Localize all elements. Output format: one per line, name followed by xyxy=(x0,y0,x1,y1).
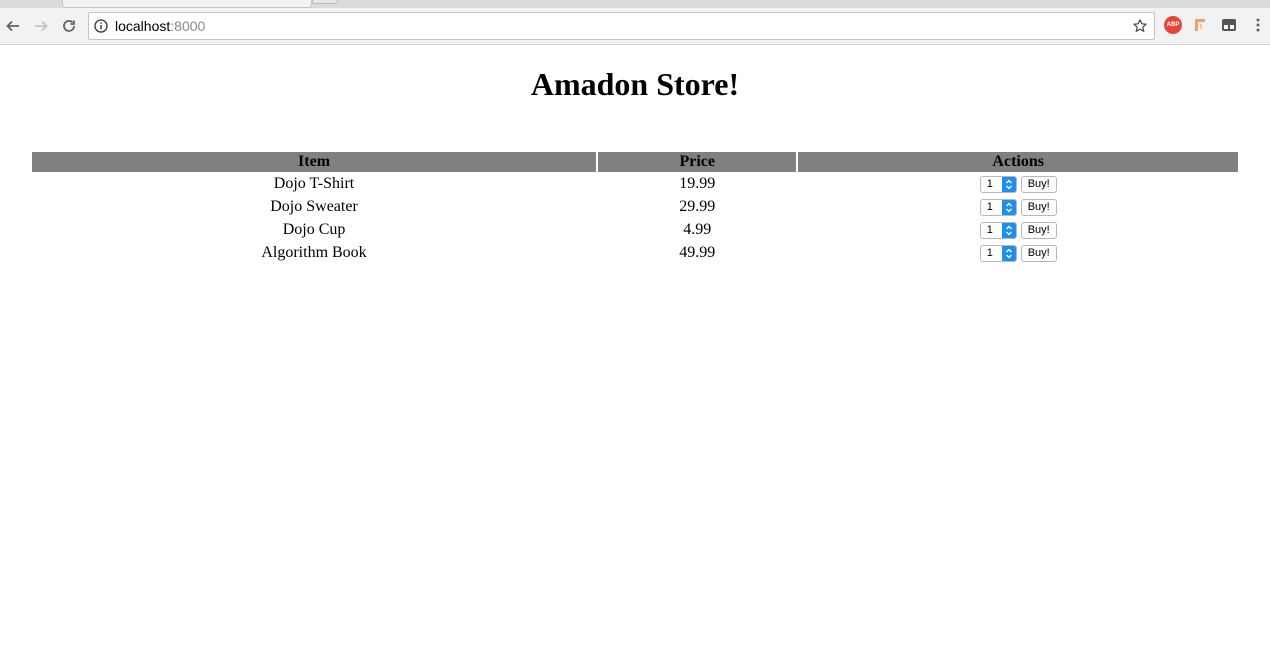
buy-button[interactable]: Buy! xyxy=(1020,175,1057,193)
table-header-row: Item Price Actions xyxy=(32,152,1238,172)
address-bar[interactable]: localhost:8000 xyxy=(88,12,1155,40)
quantity-value: 1 xyxy=(986,246,993,259)
reload-button[interactable] xyxy=(57,14,81,38)
browser-chrome: localhost:8000 ABP xyxy=(0,0,1270,45)
url-port: :8000 xyxy=(170,18,206,34)
item-name: Dojo Sweater xyxy=(270,198,358,215)
table-row: Dojo Cup 4.99 1 Buy! xyxy=(32,218,1238,241)
buy-button[interactable]: Buy! xyxy=(1020,198,1057,216)
select-arrows-icon xyxy=(1001,222,1016,238)
url-host: localhost xyxy=(115,18,171,34)
column-header-actions: Actions xyxy=(798,152,1238,172)
reload-icon xyxy=(63,20,75,32)
back-button[interactable] xyxy=(1,14,25,38)
table-row: Algorithm Book 49.99 1 Buy! xyxy=(32,241,1238,264)
new-tab-button[interactable] xyxy=(312,0,338,4)
quantity-select[interactable]: 1 xyxy=(979,221,1017,239)
item-name: Algorithm Book xyxy=(261,244,367,261)
info-icon[interactable] xyxy=(94,19,108,33)
bookmark-star-icon[interactable] xyxy=(1132,18,1148,34)
quantity-select[interactable]: 1 xyxy=(979,175,1017,193)
url-text[interactable]: localhost:8000 xyxy=(115,18,205,34)
buy-button[interactable]: Buy! xyxy=(1020,221,1057,239)
item-actions: 1 Buy! xyxy=(798,241,1238,264)
forward-arrow-icon xyxy=(35,20,48,32)
table-row: Dojo T-Shirt 19.99 1 Buy! xyxy=(32,172,1238,195)
item-actions: 1 Buy! xyxy=(798,195,1238,218)
item-name: Dojo T-Shirt xyxy=(273,175,355,192)
select-arrows-icon xyxy=(1001,199,1016,215)
quantity-value: 1 xyxy=(986,223,993,236)
item-price: 19.99 xyxy=(679,175,716,192)
active-tab[interactable] xyxy=(62,0,312,8)
item-price: 49.99 xyxy=(679,244,716,261)
extension-icon[interactable] xyxy=(1192,16,1210,34)
quantity-value: 1 xyxy=(986,200,993,213)
select-arrows-icon xyxy=(1001,176,1016,192)
page-title: Amadon Store! xyxy=(530,66,740,102)
adblock-plus-icon[interactable]: ABP xyxy=(1164,16,1182,34)
quantity-select[interactable]: 1 xyxy=(979,244,1017,262)
quantity-select[interactable]: 1 xyxy=(979,198,1017,216)
more-options-icon[interactable] xyxy=(1249,16,1267,34)
buy-button[interactable]: Buy! xyxy=(1020,244,1057,262)
select-arrows-icon xyxy=(1001,245,1016,261)
column-header-price: Price xyxy=(598,152,797,172)
item-price: 29.99 xyxy=(679,198,716,215)
extension-icon[interactable] xyxy=(1220,16,1238,34)
item-price: 4.99 xyxy=(683,221,712,238)
item-actions: 1 Buy! xyxy=(798,172,1238,195)
tab-strip xyxy=(0,0,1270,8)
quantity-value: 1 xyxy=(986,177,993,190)
item-name: Dojo Cup xyxy=(282,221,346,238)
back-arrow-icon xyxy=(6,20,19,32)
column-header-item: Item xyxy=(32,152,597,172)
products-table: Item Price Actions Dojo T-Shirt 19.99 1 B… xyxy=(30,152,1240,264)
table-row: Dojo Sweater 29.99 1 Buy! xyxy=(32,195,1238,218)
forward-button[interactable] xyxy=(29,14,53,38)
item-actions: 1 Buy! xyxy=(798,218,1238,241)
